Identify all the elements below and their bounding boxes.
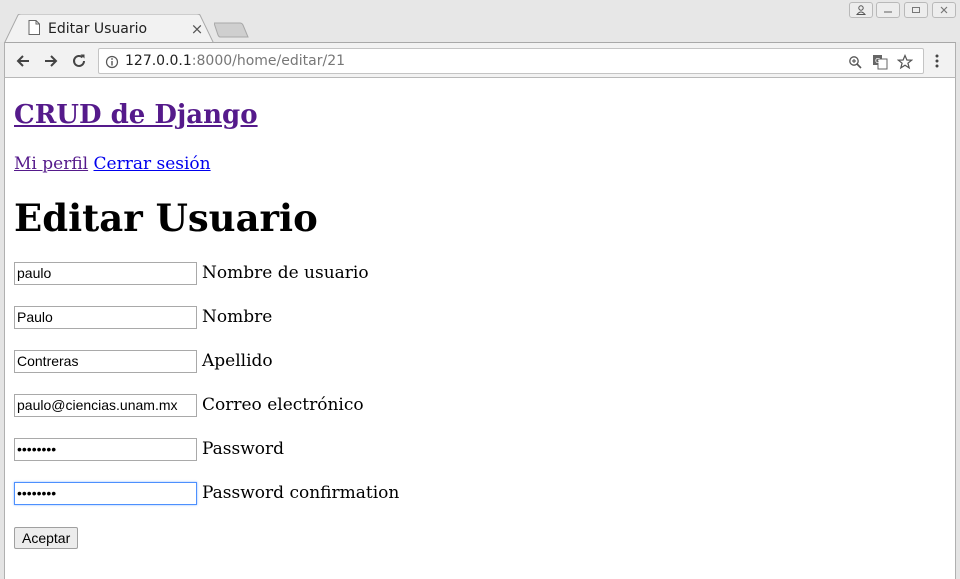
person-icon	[856, 5, 866, 15]
translate-icon[interactable]: G	[871, 53, 889, 71]
maximize-button[interactable]	[904, 2, 928, 18]
page-title: Editar Usuario	[14, 196, 318, 240]
user-nav: Mi perfil Cerrar sesión	[14, 154, 211, 174]
browser-toolbar: 127.0.0.1:8000/home/editar/21 G	[4, 42, 956, 78]
form-row-last-name: Apellido	[14, 349, 273, 373]
star-icon[interactable]	[896, 53, 914, 71]
form-row-username: Nombre de usuario	[14, 261, 369, 285]
form-row-password-confirm: Password confirmation	[14, 481, 399, 505]
zoom-icon[interactable]	[846, 53, 864, 71]
window-controls	[876, 2, 956, 18]
arrow-left-icon	[16, 55, 29, 67]
maximize-icon	[912, 7, 920, 13]
url-path: :8000/home/editar/21	[191, 53, 346, 69]
first-name-input[interactable]	[14, 305, 197, 329]
email-input[interactable]	[14, 393, 197, 417]
username-label: Nombre de usuario	[202, 263, 369, 283]
url-text: 127.0.0.1:8000/home/editar/21	[125, 53, 345, 69]
browser-titlebar: Editar Usuario ×	[0, 0, 960, 44]
last-name-label: Apellido	[202, 351, 273, 371]
svg-text:G: G	[875, 57, 880, 65]
username-input[interactable]	[14, 261, 197, 285]
submit-button[interactable]: Aceptar	[14, 527, 79, 549]
tab-content: Editar Usuario ×	[28, 19, 204, 39]
back-button[interactable]	[13, 51, 33, 71]
first-name-label: Nombre	[202, 307, 273, 327]
tab-close-icon[interactable]: ×	[190, 20, 204, 38]
kebab-menu-icon	[935, 54, 939, 68]
address-bar[interactable]: 127.0.0.1:8000/home/editar/21 G	[98, 48, 924, 74]
minimize-button[interactable]	[876, 2, 900, 18]
url-host: 127.0.0.1	[125, 53, 192, 69]
info-icon[interactable]	[103, 53, 121, 71]
form-row-first-name: Nombre	[14, 305, 272, 329]
profile-button[interactable]	[849, 2, 873, 18]
page-icon	[28, 19, 40, 39]
menu-button[interactable]	[927, 51, 947, 71]
tab-title: Editar Usuario	[48, 21, 148, 37]
page-viewport: CRUD de Django Mi perfil Cerrar sesión E…	[4, 78, 956, 579]
new-tab-button[interactable]	[214, 22, 250, 38]
reload-button[interactable]	[69, 51, 89, 71]
last-name-input[interactable]	[14, 349, 197, 373]
form-row-email: Correo electrónico	[14, 393, 364, 417]
password-label: Password	[202, 439, 285, 459]
email-label: Correo electrónico	[202, 395, 364, 415]
forward-button[interactable]	[41, 51, 61, 71]
close-window-button[interactable]	[932, 2, 956, 18]
password-confirm-input[interactable]	[14, 481, 197, 505]
site-title-link[interactable]: CRUD de Django	[14, 100, 258, 130]
logout-link[interactable]: Cerrar sesión	[94, 154, 211, 174]
profile-link[interactable]: Mi perfil	[14, 154, 88, 174]
arrow-right-icon	[45, 55, 58, 67]
reload-icon	[73, 54, 85, 67]
password-confirm-label: Password confirmation	[202, 483, 400, 503]
form-row-password: Password	[14, 437, 284, 461]
close-icon	[940, 6, 948, 14]
password-input[interactable]	[14, 437, 197, 461]
minimize-icon	[884, 11, 892, 13]
